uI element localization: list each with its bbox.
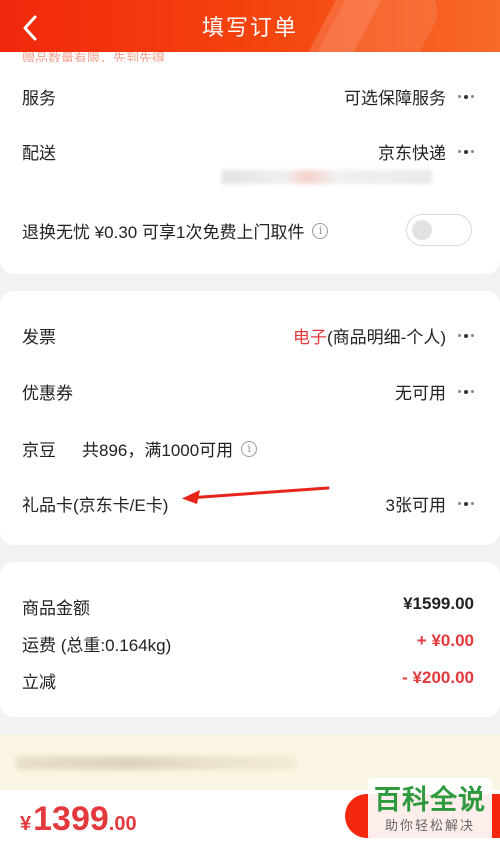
more-dots-icon[interactable] bbox=[458, 149, 474, 154]
shipping-row: 运费 (总重:0.164kg) + ¥0.00 bbox=[22, 631, 474, 656]
invoice-detail: (商品明细-个人) bbox=[327, 328, 446, 347]
coupon-value: 无可用 bbox=[395, 384, 446, 403]
shipping-label: 运费 (总重:0.164kg) bbox=[22, 636, 172, 655]
gift-card-value: 3张可用 bbox=[385, 496, 446, 515]
service-delivery-card: 赠品数量有限，先到先得 服务 可选保障服务 配送 京东快递 退换无忧 ¥0.30… bbox=[0, 51, 500, 274]
coupon-label: 优惠券 bbox=[22, 384, 73, 403]
more-dots-icon[interactable] bbox=[458, 501, 474, 506]
watermark-title: 百科全说 bbox=[374, 784, 486, 815]
return-insurance-label: 退换无忧 ¥0.30 可享1次免费上门取件 bbox=[22, 223, 305, 242]
price-summary-card: 商品金额 ¥1599.00 运费 (总重:0.164kg) + ¥0.00 立减… bbox=[0, 562, 500, 717]
invoice-row[interactable]: 发票 电子 (商品明细-个人) bbox=[22, 323, 474, 348]
goods-amount-label: 商品金额 bbox=[22, 599, 90, 618]
more-dots-icon[interactable] bbox=[458, 94, 474, 99]
goods-amount-value: ¥1599.00 bbox=[403, 594, 474, 613]
jingdou-row: 京豆 共896，满1000可用 i bbox=[22, 436, 474, 461]
annotation-arrow bbox=[182, 486, 330, 504]
more-dots-icon[interactable] bbox=[458, 389, 474, 394]
total-price-integer: 1399 bbox=[33, 800, 109, 838]
jingdou-detail: 共896，满1000可用 bbox=[82, 441, 234, 460]
page-title: 填写订单 bbox=[201, 15, 298, 40]
blurred-notice-text bbox=[16, 756, 296, 770]
delivery-value: 京东快递 bbox=[378, 144, 446, 163]
currency-symbol: ¥ bbox=[20, 813, 32, 835]
more-dots-icon[interactable] bbox=[458, 333, 474, 338]
watermark-subtitle: 助你轻松解决 bbox=[384, 817, 475, 833]
total-price: ¥ 1399 .00 bbox=[20, 800, 137, 839]
discount-value: - ¥200.00 bbox=[402, 668, 474, 687]
service-label: 服务 bbox=[22, 89, 56, 108]
service-row[interactable]: 服务 可选保障服务 bbox=[22, 84, 474, 109]
invoice-type: 电子 bbox=[293, 328, 328, 347]
delivery-label: 配送 bbox=[22, 144, 56, 163]
discount-row: 立减 - ¥200.00 bbox=[22, 668, 474, 693]
gift-notice-text: 赠品数量有限，先到先得 bbox=[22, 51, 166, 62]
coupon-row[interactable]: 优惠券 无可用 bbox=[22, 379, 474, 404]
blurred-delivery-time bbox=[222, 170, 432, 184]
return-insurance-toggle[interactable] bbox=[406, 214, 472, 246]
shipping-value: + ¥0.00 bbox=[416, 631, 474, 650]
watermark-logo: 百科全说 助你轻松解决 bbox=[368, 778, 492, 840]
total-price-decimal: .00 bbox=[108, 813, 137, 835]
invoice-label: 发票 bbox=[22, 328, 56, 347]
goods-amount-row: 商品金额 ¥1599.00 bbox=[22, 594, 474, 619]
toggle-knob bbox=[412, 220, 432, 240]
info-icon[interactable]: i bbox=[312, 222, 329, 239]
service-value: 可选保障服务 bbox=[344, 89, 446, 108]
discount-label: 立减 bbox=[22, 673, 56, 692]
delivery-row[interactable]: 配送 京东快递 bbox=[22, 139, 474, 164]
gift-card-label: 礼品卡(京东卡/E卡) bbox=[22, 496, 169, 515]
info-icon[interactable]: i bbox=[241, 440, 258, 457]
jingdou-label: 京豆 bbox=[22, 441, 56, 460]
